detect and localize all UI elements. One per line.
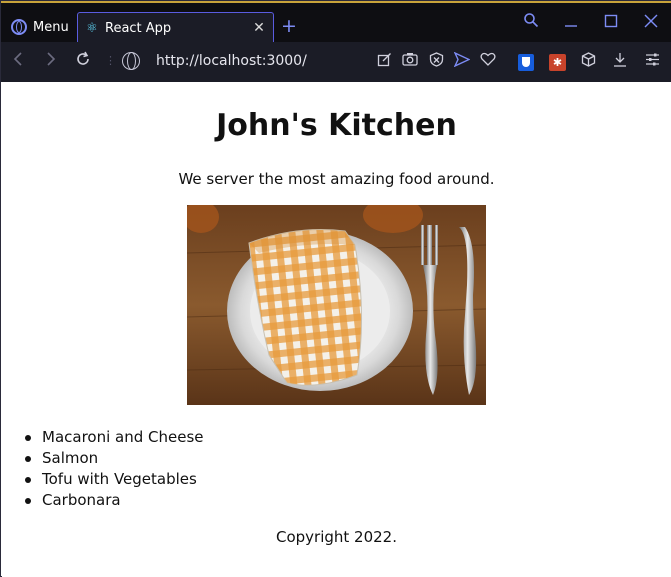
heart-icon[interactable] <box>478 52 498 72</box>
tab-title: React App <box>105 21 172 36</box>
search-tabs-icon[interactable] <box>519 11 543 35</box>
reload-button[interactable] <box>72 51 94 73</box>
list-item: Tofu with Vegetables <box>25 469 204 490</box>
copyright-text: Copyright 2022. <box>275 528 397 546</box>
menu-list: Macaroni and Cheese Salmon Tofu with Veg… <box>25 427 204 511</box>
tagline: We server the most amazing food around. <box>178 170 495 188</box>
tab-close-icon[interactable]: ✕ <box>251 20 267 36</box>
opera-menu-button[interactable]: Menu <box>5 12 75 42</box>
title-bar: Menu ⚛ React App ✕ + <box>1 1 671 44</box>
minimize-button[interactable] <box>559 11 583 35</box>
globe-icon[interactable] <box>122 52 140 70</box>
list-item: Carbonara <box>25 490 204 511</box>
download-icon[interactable] <box>610 52 630 72</box>
ad-blocker-icon[interactable] <box>426 52 446 72</box>
page-content: John's Kitchen We server the most amazin… <box>2 82 671 577</box>
tab-react-app[interactable]: ⚛ React App ✕ <box>77 12 274 44</box>
send-icon[interactable] <box>452 51 472 72</box>
extension-icon[interactable]: ✱ <box>549 54 566 71</box>
address-bar: ⋮ http://localhost:3000/ ✱ <box>1 42 671 82</box>
list-item: Macaroni and Cheese <box>25 428 204 446</box>
menu-label: Menu <box>33 19 69 35</box>
page-title: John's Kitchen <box>216 108 457 143</box>
list-item: Salmon <box>25 448 204 469</box>
url-field[interactable]: http://localhost:3000/ <box>156 53 307 69</box>
forward-button[interactable] <box>40 51 62 73</box>
maximize-button[interactable] <box>599 11 623 35</box>
cube-icon[interactable] <box>578 52 598 72</box>
bitwarden-extension-icon[interactable] <box>518 54 534 71</box>
toolbar-separator: ⋮ <box>105 54 116 67</box>
new-tab-button[interactable]: + <box>281 16 297 36</box>
opera-logo-icon <box>11 19 27 35</box>
back-button[interactable] <box>7 51 29 73</box>
react-favicon-icon: ⚛ <box>86 20 98 36</box>
easy-setup-icon[interactable] <box>642 52 662 72</box>
camera-icon[interactable] <box>400 52 420 72</box>
hero-image <box>187 205 486 405</box>
close-window-button[interactable] <box>639 11 663 35</box>
share-icon[interactable] <box>374 52 394 72</box>
browser-window: Menu ⚛ React App ✕ + ⋮ http://localhost:… <box>0 0 671 577</box>
